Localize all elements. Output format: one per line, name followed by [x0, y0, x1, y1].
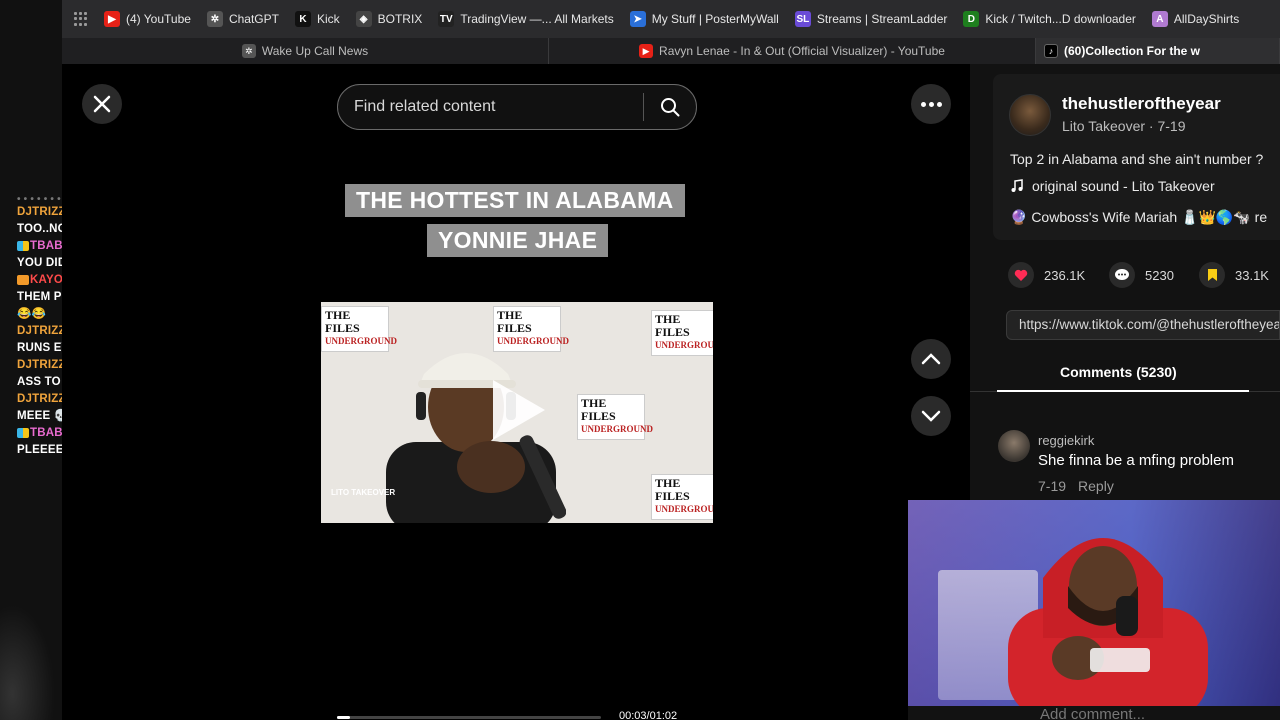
progress-bar[interactable] — [337, 716, 601, 719]
chat-badge-icon — [17, 274, 29, 285]
bookmark-alldayshirts[interactable]: A AllDayShirts — [1144, 0, 1247, 38]
search-icon — [661, 98, 680, 117]
more-dots-icon — [920, 101, 926, 107]
alldayshirts-icon: A — [1151, 11, 1168, 27]
chat-badge-icon — [17, 240, 29, 251]
search-input[interactable]: Find related content — [338, 98, 643, 116]
backdrop-logo: THE FILESUNDERGROUND — [651, 474, 713, 520]
close-button[interactable] — [82, 84, 122, 124]
commenter-avatar[interactable] — [998, 430, 1030, 462]
post-effect[interactable]: 🔮 Cowboss's Wife Mariah 🧂👑🌎🐄 re — [1010, 209, 1267, 226]
more-options-button[interactable] — [911, 84, 951, 124]
close-icon — [93, 95, 111, 113]
kick-icon: K — [294, 11, 311, 27]
bookmark-chatgpt[interactable]: ✲ ChatGPT — [199, 0, 287, 38]
like-button[interactable]: 236.1K — [1008, 262, 1085, 288]
botrix-icon: ◈ — [355, 11, 372, 27]
next-video-button[interactable] — [911, 396, 951, 436]
tab-active-indicator — [997, 390, 1249, 392]
tab-strip: ✲ Wake Up Call News ▶ Ravyn Lenae - In &… — [62, 38, 1280, 64]
streamer-figure — [1008, 538, 1208, 706]
play-icon[interactable] — [493, 380, 545, 440]
chat-badge-icon — [17, 427, 29, 438]
backdrop-logo: THE FILESUNDERGROUND — [651, 310, 713, 356]
video-player[interactable]: THE HOTTEST IN ALABAMA YONNIE JHAE THE F… — [321, 130, 713, 720]
tiktok-icon: ♪ — [1044, 44, 1058, 58]
comment-button[interactable]: 5230 — [1109, 262, 1174, 288]
backdrop-logo: THE FILESUNDERGROUND — [577, 394, 653, 440]
bookmark-icon — [1199, 262, 1225, 288]
tab-tiktok-collection[interactable]: ♪ (60)Collection For the w — [1036, 38, 1280, 64]
time-display: 00:03/01:02 — [619, 710, 678, 720]
author-username[interactable]: thehustleroftheyear — [1062, 94, 1221, 114]
bookmark-kick-downloader[interactable]: D Kick / Twitch...D downloader — [955, 0, 1144, 38]
author-avatar[interactable] — [1009, 94, 1051, 136]
previous-video-button[interactable] — [911, 339, 951, 379]
chatgpt-icon: ✲ — [206, 11, 223, 27]
music-note-icon — [1011, 179, 1023, 192]
tab-youtube-ravyn-lenae[interactable]: ▶ Ravyn Lenae - In & Out (Official Visua… — [549, 38, 1036, 64]
background-crowd-image — [0, 590, 62, 720]
bookmark-youtube[interactable]: ▶ (4) YouTube — [96, 0, 199, 38]
chevron-down-icon — [921, 410, 941, 422]
comment-icon — [1109, 262, 1135, 288]
bookmarks-bar: ▶ (4) YouTube ✲ ChatGPT K Kick ◈ BOTRIX TV Tradin… — [62, 0, 1280, 38]
chatgpt-icon: ✲ — [241, 44, 256, 58]
tab-wake-up-call-news[interactable]: ✲ Wake Up Call News — [62, 38, 549, 64]
post-description: Top 2 in Alabama and she ain't number ? — [1010, 151, 1264, 167]
tradingview-icon: TV — [438, 11, 455, 27]
tab-comments[interactable]: Comments (5230) — [1060, 364, 1177, 380]
bookmark-botrix[interactable]: ◈ BOTRIX — [348, 0, 431, 38]
comment-text: She finna be a mfing problem — [1038, 452, 1234, 469]
video-frame[interactable]: THE FILES UNDERGROUND THE FILES UNDERGROUN… — [321, 302, 713, 523]
watermark: LITO TAKEOVER — [331, 488, 396, 497]
comment-meta: 7-19 Reply — [1038, 478, 1114, 494]
caption-line-1: THE HOTTEST IN ALABAMA — [345, 184, 685, 217]
screen: { "bookmarks": [ {"label": "(4) YouTube"… — [0, 0, 1280, 720]
post-sound[interactable]: original sound - Lito Takeover — [1010, 178, 1215, 194]
search-bar[interactable]: Find related content — [337, 84, 697, 130]
chevron-up-icon — [921, 353, 941, 365]
bookmark-postermywall[interactable]: ➤ My Stuff | PosterMyWall — [622, 0, 787, 38]
progress-fill — [337, 716, 350, 719]
bookmark-kick[interactable]: K Kick — [287, 0, 348, 38]
comment-date: 7-19 — [1038, 478, 1067, 494]
streamladder-icon: SL — [794, 11, 811, 27]
add-comment-input[interactable]: Add comment... — [908, 706, 1280, 720]
apps-grid-icon[interactable] — [74, 12, 88, 26]
youtube-icon: ▶ — [639, 44, 654, 58]
search-button[interactable] — [644, 84, 696, 130]
post-url-field[interactable]: https://www.tiktok.com/@thehustlerofthey… — [1006, 310, 1280, 340]
webcam-overlay — [908, 500, 1280, 706]
commenter-username[interactable]: reggiekirk — [1038, 433, 1094, 448]
postermywall-icon: ➤ — [629, 11, 646, 27]
heart-icon — [1008, 262, 1034, 288]
bookmark-streamladder[interactable]: SL Streams | StreamLadder — [787, 0, 956, 38]
caption-line-2: YONNIE JHAE — [427, 224, 609, 257]
bookmark-tradingview[interactable]: TV TradingView —... All Markets — [430, 0, 621, 38]
comment-reply-button[interactable]: Reply — [1078, 478, 1114, 494]
save-button[interactable]: 33.1K — [1199, 262, 1269, 288]
author-subtitle: Lito Takeover · 7-19 — [1062, 118, 1186, 134]
youtube-icon: ▶ — [104, 11, 120, 27]
kick-downloader-icon: D — [963, 11, 980, 27]
